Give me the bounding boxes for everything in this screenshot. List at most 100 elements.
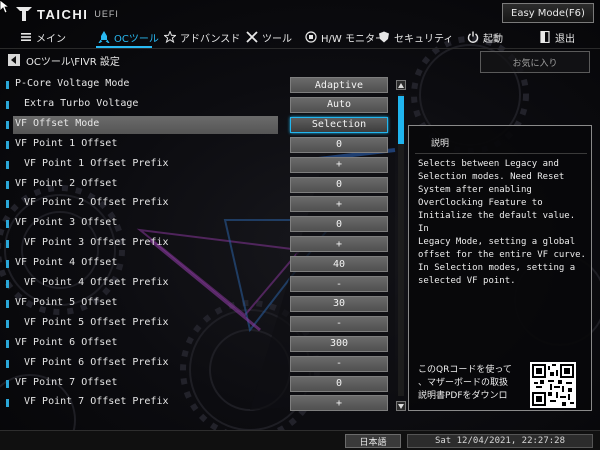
brand-name: TAICHI [37,6,89,22]
qr-code-icon [530,362,576,408]
setting-marker [6,379,9,388]
setting-value-button[interactable]: - [290,355,388,372]
setting-value-button[interactable]: Adaptive [290,77,388,93]
easy-mode-button[interactable]: Easy Mode(F6) [502,3,594,23]
nav-divider [0,48,600,49]
setting-row[interactable]: Extra Turbo Voltage Auto [0,96,400,114]
description-line: OverClocking Feature to [418,198,543,208]
setting-row[interactable]: VF Offset Mode Selection [0,115,400,134]
description-divider [415,153,587,154]
language-button[interactable]: 日本語 [345,434,401,448]
setting-value-button[interactable]: + [290,196,388,213]
tab-main-label: メイン [36,33,66,45]
tab-advanced[interactable]: アドバンスド [164,28,240,46]
favorite-button[interactable]: お気に入り [480,51,590,73]
setting-value-button[interactable]: 0 [290,176,388,193]
setting-value-button[interactable]: + [290,236,388,253]
setting-value-button[interactable]: 0 [290,136,388,153]
setting-row[interactable]: VF Point 7 Offset 0 [0,375,400,393]
taichi-logo-icon [16,7,32,21]
description-line: Selects between Legacy and [418,159,559,169]
scrollbar-thumb[interactable] [398,96,404,144]
setting-marker [6,399,9,408]
setting-row[interactable]: VF Point 2 Offset Prefix + [0,195,400,213]
menu-icon [21,33,31,41]
arrow-up-icon [398,82,404,88]
setting-marker [6,220,9,229]
system-datetime: Sat 12/04/2021, 22:27:28 [407,434,593,448]
description-line: Initialize the default value. In [418,211,576,234]
setting-row[interactable]: VF Point 1 Offset 0 [0,136,400,154]
tab-main[interactable]: メイン [20,28,66,46]
setting-row[interactable]: VF Point 2 Offset 0 [0,176,400,194]
back-button[interactable] [8,54,20,66]
setting-value-button[interactable]: - [290,315,388,332]
breadcrumb-text: OCツール\FIVR 設定 [26,56,120,68]
setting-marker [6,200,9,209]
setting-value-button[interactable]: - [290,276,388,292]
setting-value-button[interactable]: Selection [290,116,388,133]
setting-row[interactable]: VF Point 6 Offset 300 [0,335,400,353]
setting-value-button[interactable]: + [290,395,388,412]
setting-row[interactable]: VF Point 4 Offset Prefix - [0,275,400,293]
setting-value-button[interactable]: + [290,156,388,173]
breadcrumb: OCツール\FIVR 設定 [8,53,120,68]
setting-marker [6,359,9,368]
setting-marker [6,180,9,189]
setting-row[interactable]: VF Point 5 Offset Prefix - [0,315,400,333]
setting-row[interactable]: VF Point 7 Offset Prefix + [0,394,400,412]
setting-value-button[interactable]: 40 [290,256,388,273]
brand-logo: TAICHI UEFI [16,6,119,22]
description-line: offset for the entire VF curve. [418,250,586,260]
tab-hw-monitor[interactable]: H/W モニター [305,28,385,46]
description-line: System after enabling [418,185,532,195]
qr-caption: このQRコードを使って 、マザーボードの取扱 説明書PDFをダウンロ [418,364,530,403]
shield-icon [379,31,389,43]
setting-marker [6,260,9,269]
setting-row[interactable]: VF Point 6 Offset Prefix - [0,355,400,373]
setting-marker [6,160,9,169]
tab-boot[interactable]: 起動 [467,28,503,46]
setting-row[interactable]: VF Point 1 Offset Prefix + [0,156,400,174]
setting-marker [6,280,9,288]
setting-row[interactable]: VF Point 5 Offset 30 [0,295,400,313]
setting-row[interactable]: P-Core Voltage Mode Adaptive [0,76,400,94]
setting-value-button[interactable]: 300 [290,335,388,352]
setting-label: VF Point 5 Offset Prefix [24,316,169,328]
scroll-down-button[interactable] [396,401,406,411]
description-panel: 説明 Selects between Legacy and Selection m… [408,125,592,411]
brand-sub: UEFI [94,9,119,19]
setting-label: Extra Turbo Voltage [24,97,139,109]
main-nav: メイン OCツール アドバンスド ツール H/W モニター セキュリティ 起動 [0,28,600,46]
setting-label: VF Point 3 Offset [15,217,118,229]
tab-hw-monitor-label: H/W モニター [321,33,385,45]
qr-caption-line: 説明書PDFをダウンロ [418,391,508,401]
qr-caption-line: 、マザーボードの取扱 [418,378,509,388]
back-arrow-icon [11,56,16,64]
setting-marker [6,120,9,129]
setting-label: VF Point 2 Offset Prefix [24,197,169,209]
description-text: Selects between Legacy and Selection mode… [418,158,590,288]
setting-value-button[interactable]: Auto [290,96,388,113]
tools-icon [246,31,258,43]
monitor-icon [305,31,317,43]
setting-marker [6,299,9,308]
scroll-up-button[interactable] [396,80,406,90]
tab-oc-tools[interactable]: OCツール [98,28,159,46]
setting-row[interactable]: VF Point 3 Offset Prefix + [0,235,400,253]
setting-row[interactable]: VF Point 4 Offset 40 [0,255,400,273]
setting-value-button[interactable]: 0 [290,375,388,392]
setting-value-button[interactable]: 30 [290,295,388,312]
setting-value-button[interactable]: 0 [290,216,388,233]
tab-tools[interactable]: ツール [246,28,292,46]
tab-exit[interactable]: 退出 [539,28,575,46]
setting-row[interactable]: VF Point 3 Offset 0 [0,215,400,233]
tab-security[interactable]: セキュリティ [378,28,453,46]
setting-label: VF Point 4 Offset [15,257,118,269]
exit-icon [540,31,550,43]
setting-marker [6,339,9,348]
setting-label: VF Point 3 Offset Prefix [24,237,169,249]
setting-label: VF Point 6 Offset Prefix [24,356,169,368]
tab-exit-label: 退出 [555,33,575,45]
top-bar: TAICHI UEFI Easy Mode(F6) [0,0,600,26]
